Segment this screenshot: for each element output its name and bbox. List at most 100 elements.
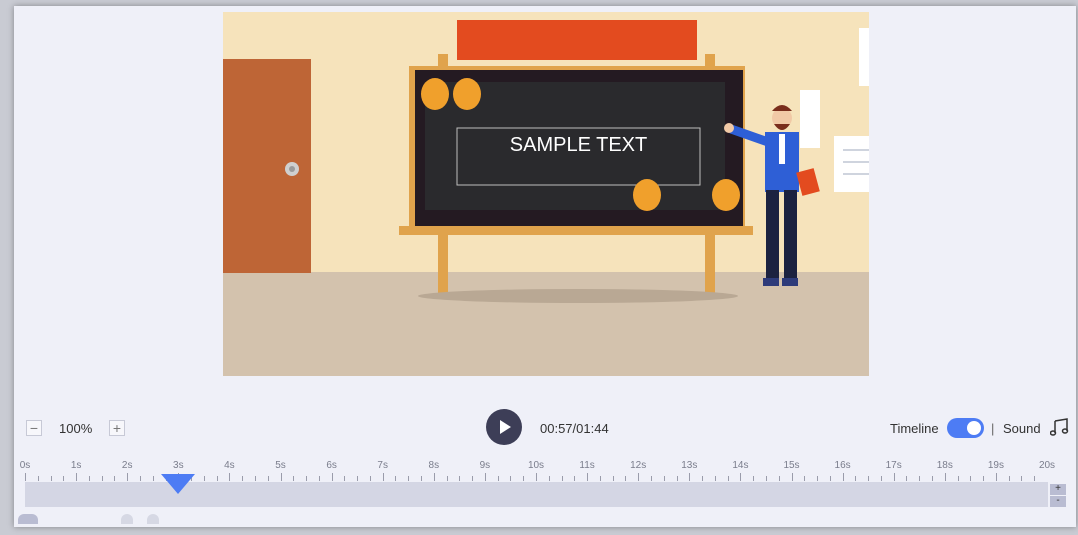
- ruler-tick: [625, 476, 627, 481]
- ruler-tick: [791, 473, 793, 481]
- ruler-tick: [203, 476, 205, 481]
- ruler-tick: [957, 476, 959, 481]
- canvas-text[interactable]: SAMPLE TEXT: [457, 134, 700, 157]
- ruler-tick: [561, 476, 563, 481]
- ruler-tick: [523, 476, 525, 481]
- music-note-icon[interactable]: [1049, 418, 1070, 441]
- ruler-tick: [395, 476, 397, 481]
- scene-illustration: [223, 12, 869, 376]
- ruler-tick: [101, 476, 103, 481]
- clip-marker[interactable]: [147, 514, 159, 524]
- toggle-knob: [967, 421, 981, 435]
- ruler-label: 16s: [834, 460, 851, 471]
- ruler-tick: [599, 476, 601, 481]
- ruler-label: 18s: [936, 460, 953, 471]
- ruler-tick: [804, 476, 806, 481]
- ruler-tick: [753, 476, 755, 481]
- clip-marker[interactable]: [18, 514, 38, 524]
- ruler-tick: [63, 476, 65, 481]
- options-separator: |: [991, 421, 995, 436]
- playhead[interactable]: [161, 474, 196, 494]
- ruler-tick: [970, 476, 972, 481]
- title-banner: [457, 20, 697, 60]
- ruler-tick: [536, 473, 537, 481]
- ruler-tick: [50, 476, 52, 481]
- ruler-tick: [765, 476, 767, 481]
- ruler-tick: [893, 473, 895, 481]
- ruler-tick: [446, 476, 448, 481]
- ruler-tick: [484, 473, 486, 481]
- ruler-tick: [369, 476, 371, 481]
- ruler-tick: [587, 473, 589, 481]
- ruler-tick: [702, 476, 704, 481]
- ruler-tick: [612, 476, 614, 481]
- ruler-tick: [932, 476, 934, 481]
- ruler-tick: [152, 476, 154, 481]
- ruler-tick: [421, 476, 423, 481]
- ruler-tick: [727, 476, 729, 481]
- ruler-tick: [714, 476, 716, 481]
- ruler-tick: [88, 476, 90, 481]
- ruler-label: 1s: [70, 460, 82, 471]
- ruler-tick: [1008, 476, 1010, 481]
- playback-time: 00:57/01:44: [540, 421, 609, 436]
- ruler-tick: [855, 476, 857, 481]
- ruler-tick: [280, 473, 282, 481]
- ruler-tick: [650, 476, 652, 481]
- ruler-tick: [382, 473, 384, 481]
- track-zoom-out-button[interactable]: -: [1050, 496, 1066, 507]
- ruler-tick: [216, 476, 218, 481]
- video-canvas[interactable]: SAMPLE TEXT: [223, 12, 869, 376]
- ruler-tick: [37, 476, 39, 481]
- ruler-tick: [919, 476, 921, 481]
- track-zoom-in-button[interactable]: +: [1050, 484, 1066, 495]
- ruler-tick: [331, 473, 333, 481]
- sound-label[interactable]: Sound: [1003, 421, 1041, 436]
- ruler-label: 20s: [1038, 460, 1056, 471]
- ruler-tick: [842, 473, 844, 481]
- ruler-tick: [548, 476, 550, 481]
- ruler-tick: [1034, 476, 1036, 481]
- ruler-tick: [1021, 476, 1023, 481]
- ruler-tick: [76, 473, 78, 481]
- ruler-label: 5s: [275, 460, 286, 471]
- ruler-tick: [995, 473, 997, 481]
- ruler-label: 15s: [783, 460, 800, 471]
- ruler-tick: [242, 476, 244, 481]
- ruler-tick: [254, 476, 256, 481]
- ruler-tick: [983, 476, 985, 481]
- timeline-label: Timeline: [890, 421, 939, 436]
- ruler-tick: [306, 476, 308, 481]
- ruler-tick: [689, 473, 691, 481]
- ruler-tick: [663, 476, 665, 481]
- ruler-tick: [944, 473, 946, 481]
- play-button[interactable]: [486, 409, 522, 445]
- ruler-label: 8s: [428, 460, 440, 471]
- ruler-tick: [344, 476, 346, 481]
- ruler-tick: [139, 476, 141, 481]
- ruler-label: 13s: [681, 460, 698, 471]
- ruler-tick: [497, 476, 499, 481]
- ruler-label: 4s: [224, 460, 235, 471]
- ruler-label: 17s: [885, 460, 902, 471]
- ruler-tick: [114, 476, 116, 481]
- ruler-tick: [817, 476, 819, 481]
- ruler-tick: [229, 473, 231, 481]
- ruler-tick: [829, 476, 831, 481]
- ruler-label: 9s: [479, 460, 491, 471]
- ruler-tick: [293, 476, 295, 481]
- ruler-label: 2s: [121, 460, 133, 471]
- ruler-tick: [880, 476, 882, 481]
- ruler-label: 0s: [19, 460, 31, 471]
- zoom-in-button[interactable]: +: [109, 420, 125, 436]
- clip-marker[interactable]: [121, 514, 133, 524]
- ruler-label: 10s: [527, 460, 545, 471]
- editor-window: SAMPLE TEXT − 100% + 00:57/01:44 Timelin…: [14, 6, 1076, 527]
- ruler-tick: [318, 476, 320, 481]
- ruler-tick: [357, 476, 359, 481]
- zoom-level: 100%: [59, 421, 93, 436]
- timeline-toggle[interactable]: [947, 418, 984, 438]
- zoom-out-button[interactable]: −: [26, 420, 42, 436]
- ruler-tick: [778, 476, 780, 481]
- ruler-tick: [472, 476, 474, 481]
